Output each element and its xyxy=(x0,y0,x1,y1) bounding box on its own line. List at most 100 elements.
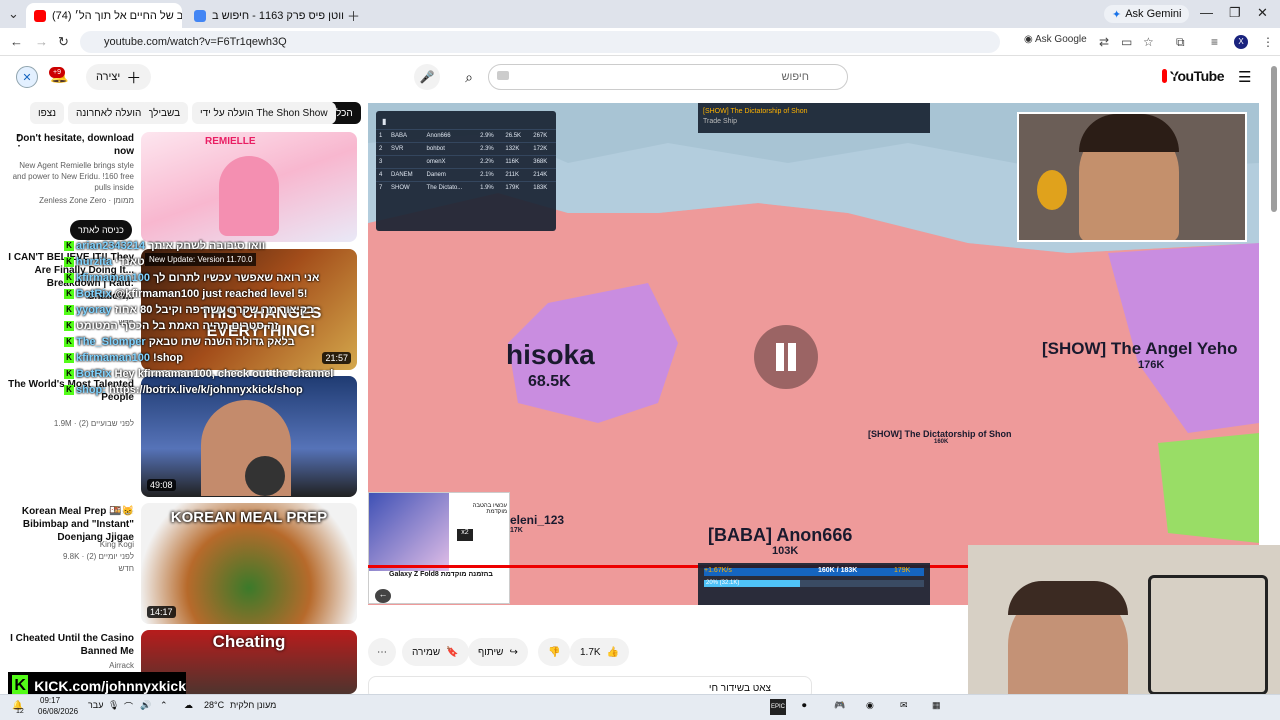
ask-gemini-button[interactable]: ✦ Ask Gemini xyxy=(1104,5,1190,23)
more-options-icon[interactable]: ⋮ xyxy=(12,132,26,149)
forward-icon[interactable]: → xyxy=(35,34,48,49)
leaderboard-cell-rank: 4 xyxy=(376,168,388,182)
new-tab-icon[interactable]: ＋ xyxy=(347,6,360,25)
account-avatar[interactable]: ✕ xyxy=(16,66,38,88)
app-icon-4[interactable]: ✉ xyxy=(900,700,908,711)
app-icon-5[interactable]: ▦ xyxy=(932,700,941,711)
game-hud: +1.67K/s 160K / 183K 179K 20% (32.1K) xyxy=(698,563,930,605)
youtube-play-logo-icon xyxy=(1162,69,1176,83)
pause-button[interactable] xyxy=(754,325,818,389)
tab-google-search[interactable]: ווטן פיס פרק 1163 - חיפוש ב-... ✕ xyxy=(186,3,344,28)
app-icon-1[interactable]: ⏺ xyxy=(802,700,807,711)
video-title[interactable]: I Cheated Until the Casino Banned Me xyxy=(8,632,134,658)
ball-image xyxy=(245,456,285,496)
cast-icon[interactable]: ▭ xyxy=(1121,35,1132,49)
app-icon-2[interactable]: 🎮 xyxy=(834,700,845,711)
map-label-baba: [BABA] Anon666 xyxy=(708,525,853,545)
leaderboard-cell-troops: 211K xyxy=(502,168,531,182)
chat-text: טאנדי xyxy=(115,256,145,268)
show-hidden-icons[interactable]: ⌃ xyxy=(160,700,168,711)
weather-temp[interactable]: 28°C xyxy=(204,700,224,710)
browser-menu-icon[interactable]: ⋮ xyxy=(1262,35,1274,49)
microphone-icon[interactable]: 🎙 xyxy=(108,700,119,711)
leaderboard-cell-gold: 368K xyxy=(530,155,556,169)
clock-date[interactable]: 06/08/2026 xyxy=(38,707,78,716)
maximize-icon[interactable]: ❐ xyxy=(1229,5,1241,21)
tab-search-icon[interactable]: ⌄ xyxy=(8,6,19,22)
media-control-icon[interactable]: ≡ xyxy=(1211,35,1218,49)
weather-text[interactable]: מעונן חלקית xyxy=(230,700,276,710)
leaderboard-cell-rank: 7 xyxy=(376,181,388,194)
search-button[interactable]: ⌕ xyxy=(452,64,486,90)
leaderboard-cell-tag: BABA xyxy=(388,129,424,143)
ad-back-icon[interactable]: ← xyxy=(375,589,391,603)
kick-badge-icon: K xyxy=(64,289,74,300)
map-troops-dictator: 160K xyxy=(934,439,949,445)
video-thumbnail[interactable]: REMIELLE xyxy=(141,132,357,242)
tab-youtube-live[interactable]: (74) לייב של החיים אל תוך הל׳... ✕ xyxy=(26,3,182,28)
chip-uploaded-by-channel[interactable]: הועלה על ידי The Shon Show xyxy=(192,102,336,124)
menu-icon[interactable]: ☰ xyxy=(1238,68,1251,86)
more-actions-button[interactable]: ⋯ xyxy=(368,638,396,666)
kick-badge-icon: K xyxy=(64,385,74,396)
weather-icon: ☁ xyxy=(184,700,193,710)
kick-badge-icon: K xyxy=(64,353,74,364)
leaderboard-panel: ▮ 1 BABA Anon666 2.9% 26.5K 267K 2 SVR bohbot 2.3… xyxy=(376,111,556,231)
search-input[interactable]: חיפוש xyxy=(488,64,848,90)
keyboard-icon[interactable] xyxy=(497,71,509,80)
notification-count: 12 xyxy=(16,708,24,715)
video-actions: 1.7K 👍 👎 שיתוף ↪ שמירה 🔖 ⋯ xyxy=(368,638,968,666)
dislike-button[interactable]: 👎 xyxy=(538,638,571,666)
leaderboard-icon: ▮ xyxy=(382,117,387,126)
thumbs-up-icon: 👍 xyxy=(606,646,620,658)
translate-icon[interactable]: ⇄ xyxy=(1099,35,1109,49)
ad-overlay[interactable]: עכשיו בהטבה מוקדמת x2 Galaxy Z Fold8 בהז… xyxy=(368,492,510,604)
recommendation-item[interactable]: KOREAN MEAL PREP 14:17 Korean Meal Prep … xyxy=(0,503,360,624)
extensions-icon[interactable]: ⧉ xyxy=(1176,35,1185,50)
thumbnail-text: Cheating xyxy=(212,632,286,651)
visit-site-button[interactable]: כניסה לאתר xyxy=(70,220,132,240)
leaderboard-row: 2 SVR bohbot 2.3% 132K 172K xyxy=(376,142,556,156)
app-icon-3[interactable]: ◉ xyxy=(866,700,874,711)
ask-google-button[interactable]: ◉ Ask Google xyxy=(1024,34,1087,45)
close-window-icon[interactable]: ✕ xyxy=(1257,5,1268,21)
tab-title: (74) לייב של החיים אל תוך הל׳... xyxy=(52,9,182,22)
minimize-icon[interactable]: — xyxy=(1200,5,1213,20)
video-thumbnail[interactable]: KOREAN MEAL PREP 14:17 xyxy=(141,503,357,624)
youtube-logo[interactable]: YouTube xyxy=(1162,68,1225,84)
video-stats: 1.9M · לפני שבועיים (2) xyxy=(53,419,134,428)
map-troops-baba: 103K xyxy=(772,545,799,557)
epic-games-icon[interactable]: EPIC xyxy=(770,699,786,715)
clock-time[interactable]: 09:17 xyxy=(40,696,60,705)
volume-icon[interactable]: 🔊 xyxy=(140,700,151,711)
video-player[interactable]: ▮ 1 BABA Anon666 2.9% 26.5K 267K 2 SVR bohbot 2.3… xyxy=(368,103,1259,605)
video-title[interactable]: Don't hesitate, download now xyxy=(8,132,134,158)
chat-text: https://botrix.live/k/johnnyxkick/shop xyxy=(109,384,303,396)
network-icon[interactable]: ⌒ xyxy=(124,700,133,713)
back-icon[interactable]: ← xyxy=(10,34,23,49)
chip-watched[interactable]: נצפו xyxy=(30,102,65,124)
leaderboard-cell-name: Anon666 xyxy=(423,129,478,143)
bookmark-star-icon[interactable]: ☆ xyxy=(1143,35,1154,49)
channel-name: Airrack xyxy=(109,661,134,670)
save-button[interactable]: שמירה 🔖 xyxy=(402,638,469,666)
kick-badge-icon: K xyxy=(64,321,74,332)
url-field[interactable]: youtube.com/watch?v=F6Tr1qewh3Q xyxy=(80,31,1000,53)
voice-search-icon[interactable]: 🎤 xyxy=(414,64,440,90)
page-scrollbar[interactable] xyxy=(1271,66,1277,212)
reload-icon[interactable]: ↻ xyxy=(58,34,69,50)
ad-x2-badge: x2 xyxy=(457,529,473,541)
leaderboard-cell-troops: 116K xyxy=(502,155,531,169)
like-button[interactable]: 1.7K 👍 xyxy=(570,638,630,666)
chip-recent[interactable]: הועלה לאחרונה xyxy=(68,102,150,124)
create-button[interactable]: יצירה ＋ xyxy=(86,64,152,90)
thumbnail-text: REMIELLE xyxy=(205,136,256,147)
share-button[interactable]: שיתוף ↪ xyxy=(468,638,528,666)
browser-profile-avatar[interactable]: X xyxy=(1234,35,1248,49)
recommendation-item[interactable]: REMIELLE Don't hesitate, download now Ne… xyxy=(0,132,360,242)
map-label-angel: [SHOW] The Angel Yeho xyxy=(1042,339,1238,358)
chat-username: shop: xyxy=(76,384,109,396)
language-indicator[interactable]: עבר xyxy=(88,700,103,710)
youtube-favicon-icon xyxy=(34,9,46,22)
chat-message: Karian2343214 וואו סיבובה לשחק איתך xyxy=(64,238,384,254)
